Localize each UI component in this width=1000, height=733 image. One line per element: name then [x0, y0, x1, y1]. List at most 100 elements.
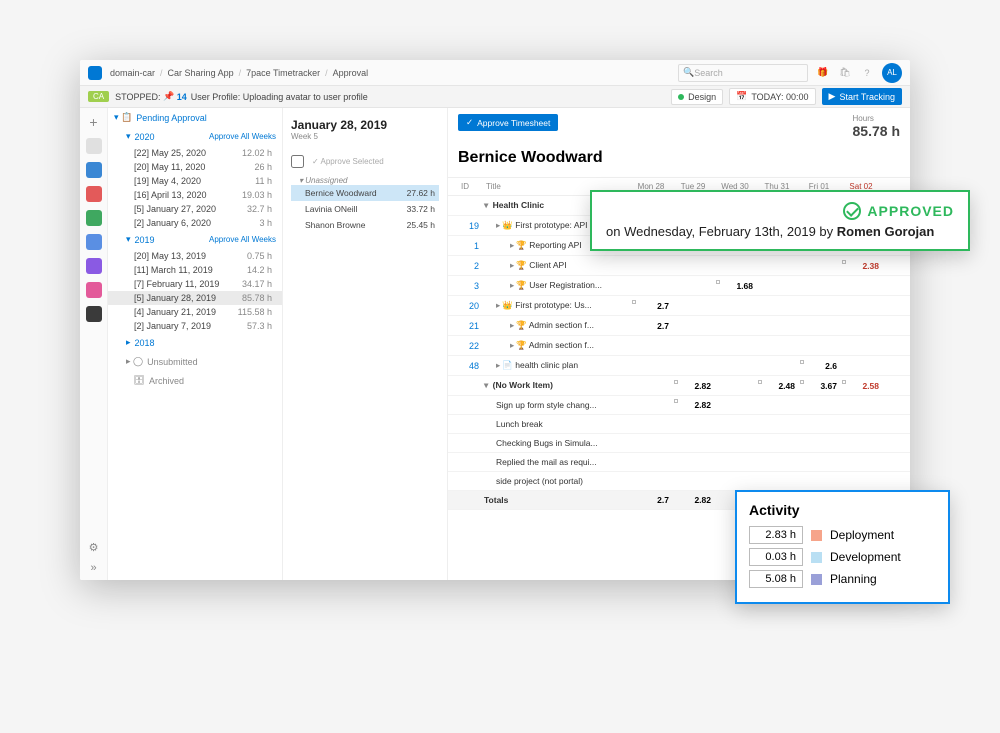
grid-cell[interactable]: [798, 459, 840, 465]
grid-cell[interactable]: [714, 478, 756, 484]
grid-cell[interactable]: [630, 440, 672, 446]
grid-cell[interactable]: [672, 363, 714, 369]
grid-cell[interactable]: 2.58: [840, 378, 882, 394]
select-all-checkbox[interactable]: [291, 155, 304, 168]
week-row[interactable]: [11] March 11, 201914.2 h: [108, 263, 282, 277]
grid-cell[interactable]: [756, 478, 798, 484]
grid-row[interactable]: 22▸🏆 Admin section f...: [448, 336, 910, 356]
today-pill[interactable]: 📅 TODAY: 00:00: [729, 88, 815, 105]
grid-cell[interactable]: [798, 303, 840, 309]
grid-cell[interactable]: [672, 283, 714, 289]
gift-icon[interactable]: 🎁: [816, 66, 830, 80]
grid-cell[interactable]: [756, 323, 798, 329]
grid-cell[interactable]: [756, 363, 798, 369]
week-row[interactable]: [19] May 4, 202011 h: [108, 174, 282, 188]
grid-row[interactable]: 2▸🏆 Client API2.38: [448, 256, 910, 276]
grid-cell[interactable]: 2.6: [798, 358, 840, 374]
grid-cell[interactable]: [840, 421, 882, 427]
rail-app-icon[interactable]: [86, 138, 102, 154]
grid-cell[interactable]: [840, 402, 882, 408]
week-row[interactable]: [20] May 11, 202026 h: [108, 160, 282, 174]
grid-cell[interactable]: [714, 402, 756, 408]
person-row[interactable]: Lavinia ONeill33.72 h: [291, 201, 439, 217]
grid-cell[interactable]: [630, 263, 672, 269]
grid-row[interactable]: 3▸🏆 User Registration...1.68: [448, 276, 910, 296]
grid-cell[interactable]: [630, 343, 672, 349]
grid-cell[interactable]: [672, 303, 714, 309]
grid-row[interactable]: ▾ (No Work Item)2.822.483.672.58: [448, 376, 910, 396]
grid-cell[interactable]: 2.82: [672, 378, 714, 394]
rail-app-icon[interactable]: [86, 282, 102, 298]
grid-row[interactable]: Sign up form style chang...2.82: [448, 396, 910, 415]
grid-cell[interactable]: [840, 303, 882, 309]
approve-all-weeks-2019[interactable]: Approve All Weeks: [209, 235, 276, 244]
grid-cell[interactable]: [714, 263, 756, 269]
grid-cell[interactable]: [630, 402, 672, 408]
grid-cell[interactable]: [714, 323, 756, 329]
grid-cell[interactable]: [672, 343, 714, 349]
week-row[interactable]: [5] January 28, 201985.78 h: [108, 291, 282, 305]
grid-cell[interactable]: [840, 363, 882, 369]
grid-cell[interactable]: [672, 263, 714, 269]
grid-cell[interactable]: [798, 421, 840, 427]
grid-cell[interactable]: [630, 459, 672, 465]
grid-row[interactable]: side project (not portal): [448, 472, 910, 491]
design-pill[interactable]: Design: [671, 89, 723, 105]
week-row[interactable]: [5] January 27, 202032.7 h: [108, 202, 282, 216]
grid-cell[interactable]: [840, 459, 882, 465]
rail-app-icon[interactable]: [86, 306, 102, 322]
grid-cell[interactable]: [840, 323, 882, 329]
grid-cell[interactable]: 2.7: [630, 318, 672, 334]
grid-cell[interactable]: [798, 402, 840, 408]
approve-all-weeks-2020[interactable]: Approve All Weeks: [209, 132, 276, 141]
activity-hours[interactable]: 5.08 h: [749, 570, 803, 588]
grid-cell[interactable]: [798, 323, 840, 329]
approve-timesheet-button[interactable]: ✓ Approve Timesheet: [458, 114, 558, 131]
breadcrumb-item[interactable]: Car Sharing App: [168, 68, 234, 78]
year-2018[interactable]: ▸ 2018: [108, 333, 282, 352]
grid-cell[interactable]: 2.48: [756, 378, 798, 394]
grid-row[interactable]: 21▸🏆 Admin section f...2.7: [448, 316, 910, 336]
rail-app-icon[interactable]: [86, 162, 102, 178]
grid-cell[interactable]: [630, 478, 672, 484]
approve-selected-button[interactable]: ✓ Approve Selected: [312, 157, 384, 166]
grid-cell[interactable]: [714, 303, 756, 309]
grid-cell[interactable]: [840, 478, 882, 484]
grid-cell[interactable]: [840, 343, 882, 349]
week-row[interactable]: [16] April 13, 202019.03 h: [108, 188, 282, 202]
breadcrumb-item[interactable]: domain-car: [110, 68, 155, 78]
grid-cell[interactable]: 2.38: [840, 258, 882, 274]
breadcrumb-item[interactable]: 7pace Timetracker: [246, 68, 320, 78]
grid-cell[interactable]: [756, 459, 798, 465]
grid-cell[interactable]: [714, 459, 756, 465]
grid-cell[interactable]: [672, 323, 714, 329]
week-row[interactable]: [2] January 7, 201957.3 h: [108, 319, 282, 333]
start-tracking-button[interactable]: ▶ Start Tracking: [822, 88, 902, 105]
grid-cell[interactable]: [714, 363, 756, 369]
grid-cell[interactable]: [756, 421, 798, 427]
grid-cell[interactable]: [840, 283, 882, 289]
grid-cell[interactable]: [798, 263, 840, 269]
bag-icon[interactable]: 🛍: [838, 66, 852, 80]
week-row[interactable]: [7] February 11, 201934.17 h: [108, 277, 282, 291]
grid-cell[interactable]: [756, 283, 798, 289]
grid-cell[interactable]: [756, 263, 798, 269]
grid-row[interactable]: Replied the mail as requi...: [448, 453, 910, 472]
help-icon[interactable]: ?: [860, 66, 874, 80]
search-input[interactable]: 🔍 Search: [678, 64, 808, 82]
grid-cell[interactable]: [714, 421, 756, 427]
activity-hours[interactable]: 2.83 h: [749, 526, 803, 544]
year-2019[interactable]: ▾ 2019Approve All Weeks: [108, 230, 282, 249]
week-row[interactable]: [22] May 25, 202012.02 h: [108, 146, 282, 160]
person-row[interactable]: Shanon Browne25.45 h: [291, 217, 439, 233]
grid-cell[interactable]: [798, 440, 840, 446]
archived-section[interactable]: 🗄 Archived: [108, 371, 282, 390]
avatar[interactable]: AL: [882, 63, 902, 83]
person-row[interactable]: Bernice Woodward27.62 h: [291, 185, 439, 201]
status-item-id[interactable]: 14: [177, 92, 187, 102]
grid-cell[interactable]: [672, 459, 714, 465]
activity-hours[interactable]: 0.03 h: [749, 548, 803, 566]
grid-cell[interactable]: 2.82: [672, 397, 714, 413]
year-2020[interactable]: ▾ 2020Approve All Weeks: [108, 127, 282, 146]
grid-cell[interactable]: [672, 478, 714, 484]
